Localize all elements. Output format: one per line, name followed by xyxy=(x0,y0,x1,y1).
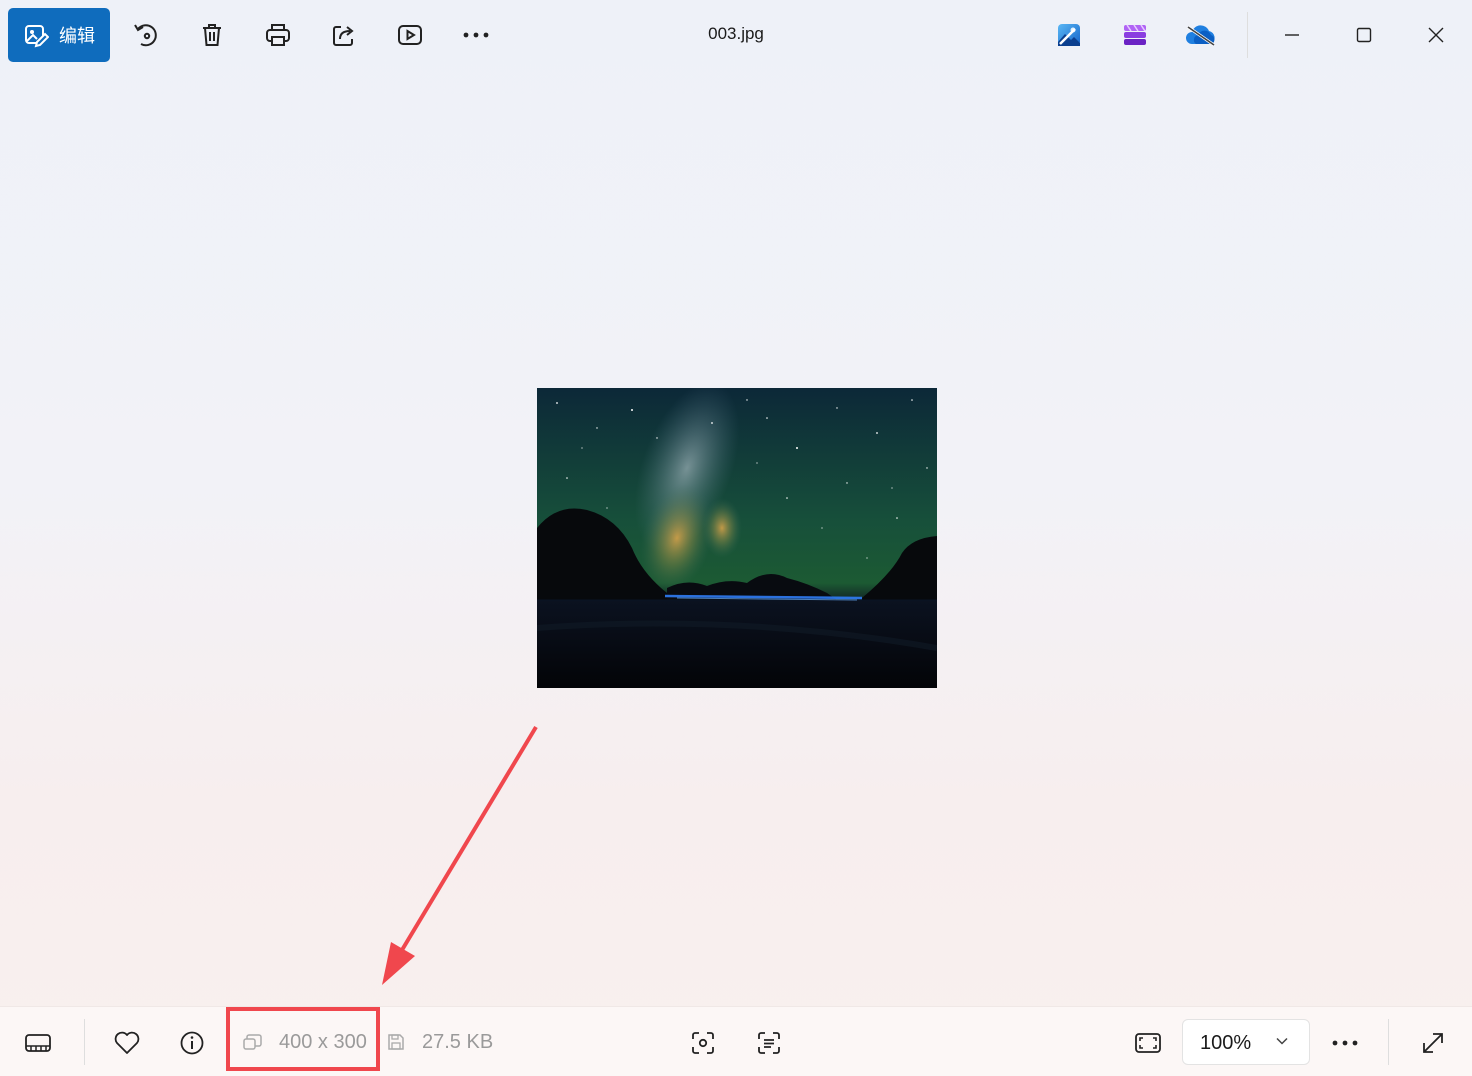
rotate-button[interactable] xyxy=(124,13,168,57)
photo-canvas[interactable] xyxy=(537,388,937,688)
file-size-icon xyxy=(388,1034,404,1050)
share-icon xyxy=(333,26,354,46)
fullscreen-button[interactable] xyxy=(1411,1021,1455,1065)
fit-to-window-icon xyxy=(1135,1033,1161,1053)
file-size: 27.5 KB xyxy=(422,1031,494,1053)
chevron-down-icon xyxy=(1276,1037,1288,1045)
delete-button[interactable] xyxy=(190,13,234,57)
status-divider-left xyxy=(84,1019,85,1065)
slideshow-icon xyxy=(398,25,422,45)
print-icon xyxy=(266,24,290,46)
favorite-heart-icon xyxy=(114,1031,140,1054)
more-options-button[interactable] xyxy=(454,13,498,57)
more-icon xyxy=(463,32,489,38)
info-icon xyxy=(180,1031,204,1055)
close-icon xyxy=(1428,27,1444,43)
fullscreen-icon xyxy=(1423,1033,1443,1053)
photos-app-icon xyxy=(1058,24,1080,46)
onedrive-icon xyxy=(1186,25,1215,47)
more-icon xyxy=(1332,1040,1358,1046)
status-bar: 400 x 300 27.5 KB 100% xyxy=(0,1006,1472,1076)
filmstrip-button[interactable] xyxy=(16,1021,60,1065)
close-button[interactable] xyxy=(1414,13,1458,57)
maximize-icon xyxy=(1356,27,1372,43)
text-recognition-icon xyxy=(758,1032,780,1054)
title-bar: 编辑 003.jpg xyxy=(0,0,1472,70)
visual-search-button[interactable] xyxy=(681,1021,725,1065)
status-divider-right xyxy=(1388,1019,1389,1065)
clipchamp-icon xyxy=(1124,24,1146,45)
slideshow-button[interactable] xyxy=(388,13,432,57)
visual-search-icon xyxy=(692,1032,714,1054)
print-button[interactable] xyxy=(256,13,300,57)
file-info-button[interactable] xyxy=(170,1021,214,1065)
night-sky-photo xyxy=(537,388,937,688)
status-more-button[interactable] xyxy=(1323,1021,1367,1065)
toolbar-divider xyxy=(1247,12,1248,58)
share-button[interactable] xyxy=(322,13,366,57)
zoom-level-value: 100% xyxy=(1200,1032,1252,1054)
minimize-icon xyxy=(1285,34,1299,36)
edit-button[interactable]: 编辑 xyxy=(8,8,110,62)
file-name-title: 003.jpg xyxy=(708,24,764,43)
favorite-button[interactable] xyxy=(105,1021,149,1065)
filmstrip-icon xyxy=(25,1034,51,1052)
zoom-level-dropdown[interactable]: 100% xyxy=(1182,1019,1310,1065)
rotate-icon xyxy=(134,24,157,47)
clipchamp-button[interactable] xyxy=(1113,13,1157,57)
delete-icon xyxy=(203,24,221,46)
fit-to-window-button[interactable] xyxy=(1126,1021,1170,1065)
minimize-button[interactable] xyxy=(1270,13,1314,57)
edit-button-label: 编辑 xyxy=(59,26,95,46)
dimensions-highlight-box xyxy=(226,1007,380,1071)
photos-app-button[interactable] xyxy=(1047,13,1091,57)
onedrive-button[interactable] xyxy=(1179,13,1223,57)
edit-image-icon xyxy=(25,25,49,48)
text-recognition-button[interactable] xyxy=(747,1021,791,1065)
maximize-button[interactable] xyxy=(1342,13,1386,57)
